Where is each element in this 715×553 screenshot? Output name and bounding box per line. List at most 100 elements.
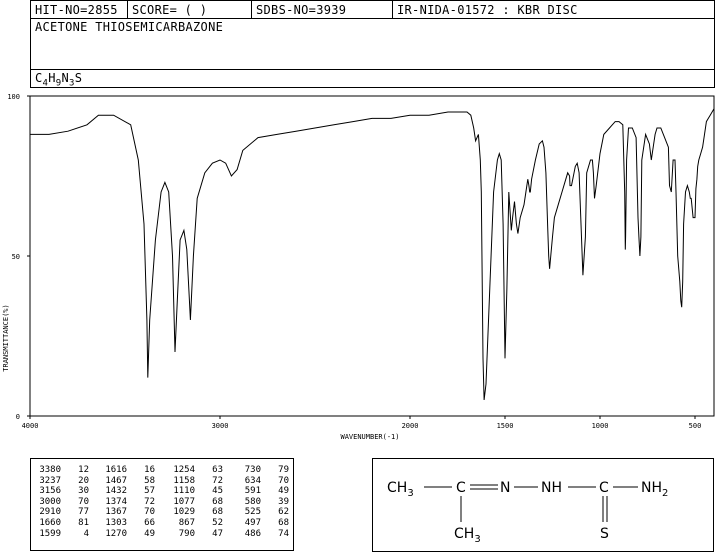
- peak-transmittance: 47: [212, 528, 223, 539]
- peak-row: 867 52: [165, 518, 223, 529]
- peak-row: 3000 70: [31, 497, 89, 508]
- formula-hydrogen: H: [48, 71, 56, 85]
- peak-wavenumber: 3237: [39, 475, 61, 486]
- peak-wavenumber: 1029: [173, 507, 195, 518]
- peak-wavenumber: 1616: [105, 465, 127, 475]
- peak-wavenumber: 1077: [173, 496, 195, 507]
- peak-transmittance: 49: [144, 528, 155, 539]
- imine-nitrogen-label: N: [500, 480, 510, 496]
- peak-wavenumber: 3000: [39, 496, 61, 507]
- peak-transmittance: 66: [144, 517, 155, 528]
- peak-wavenumber: 634: [244, 475, 261, 486]
- peak-row: 1077 68: [165, 497, 223, 508]
- compound-name: ACETONE THIOSEMICARBAZONE: [35, 20, 224, 34]
- peak-wavenumber: 3380: [39, 465, 61, 475]
- peak-row: 1467 58: [97, 476, 155, 487]
- peak-wavenumber: 1303: [105, 517, 127, 528]
- peak-wavenumber: 1270: [105, 528, 127, 539]
- peak-row: 525 62: [231, 507, 289, 518]
- peak-wavenumber: 580: [244, 496, 261, 507]
- x-tick-label: 1500: [497, 422, 514, 430]
- nh-label: NH: [541, 480, 562, 496]
- peak-row: 3380 12: [31, 465, 89, 476]
- peak-row: 1110 45: [165, 486, 223, 497]
- peak-row: 1599 4: [31, 529, 89, 540]
- peak-wavenumber: 3156: [39, 486, 61, 497]
- peak-transmittance: 20: [78, 475, 89, 486]
- ir-nida-number: IR-NIDA-01572 : KBR DISC: [397, 3, 578, 17]
- peak-wavenumber: 1367: [105, 507, 127, 518]
- peak-row: 634 70: [231, 476, 289, 487]
- peak-row: 1158 72: [165, 476, 223, 487]
- peak-wavenumber: 1599: [39, 528, 61, 539]
- thiocarbonyl-carbon-label: C: [599, 480, 609, 496]
- y-axis-label: TRANSMITTANCE(%): [2, 304, 10, 371]
- peak-wavenumber: 867: [178, 517, 195, 528]
- hit-number: HIT-NO=2855: [35, 3, 118, 17]
- x-tick-label: 3000: [212, 422, 229, 430]
- peak-table-column: 3380 12 3237 20 3156 30 3000 70 2910 77 1660 81 1599…: [31, 465, 89, 539]
- imine-carbon-label: C: [456, 480, 466, 496]
- x-tick-label: 500: [689, 422, 702, 430]
- peak-transmittance: 16: [144, 465, 155, 475]
- peak-transmittance: 70: [278, 475, 289, 486]
- peak-wavenumber: 1432: [105, 486, 127, 497]
- formula-carbon: C: [35, 71, 43, 85]
- peak-row: 1367 70: [97, 507, 155, 518]
- peak-wavenumber: 2910: [39, 507, 61, 518]
- peak-transmittance: 72: [144, 496, 155, 507]
- ir-spectrum-chart: 0 50 100 4000 3000 2000 1500 1000 500 WAVENUMBE…: [2, 93, 715, 441]
- peak-wavenumber: 1374: [105, 496, 127, 507]
- peak-transmittance: 70: [144, 507, 155, 518]
- y-tick-label: 50: [12, 253, 20, 261]
- peak-transmittance: 81: [78, 517, 89, 528]
- peak-transmittance: 45: [212, 486, 223, 497]
- x-tick-label: 2000: [402, 422, 419, 430]
- peak-transmittance: 39: [278, 496, 289, 507]
- peak-wavenumber: 591: [244, 486, 261, 497]
- y-tick-label: 100: [7, 93, 20, 101]
- x-axis: 4000 3000 2000 1500 1000 500: [22, 416, 702, 430]
- chemical-structure: CH3 C N NH C NH2 S CH3: [372, 458, 714, 552]
- peak-row: 3156 30: [31, 486, 89, 497]
- x-tick-label: 1000: [592, 422, 609, 430]
- peak-row: 730 79: [231, 465, 289, 476]
- peak-transmittance: 30: [78, 486, 89, 497]
- peak-wavenumber: 1660: [39, 517, 61, 528]
- peak-row: 1660 81: [31, 518, 89, 529]
- peak-table: 3380 12 3237 20 3156 30 3000 70 2910 77 1660 81 1599…: [30, 458, 294, 551]
- peak-transmittance: 52: [212, 517, 223, 528]
- peak-row: 3237 20: [31, 476, 89, 487]
- peak-wavenumber: 790: [178, 528, 195, 539]
- peak-row: 580 39: [231, 497, 289, 508]
- peak-transmittance: 70: [78, 496, 89, 507]
- peak-transmittance: 4: [83, 528, 89, 539]
- peak-transmittance: 79: [278, 465, 289, 475]
- structure-frame: [372, 458, 714, 552]
- amine-label: NH2: [641, 480, 668, 499]
- peak-transmittance: 68: [212, 507, 223, 518]
- y-axis: 0 50 100: [7, 93, 30, 421]
- peak-wavenumber: 1254: [173, 465, 195, 475]
- peak-transmittance: 57: [144, 486, 155, 497]
- peak-transmittance: 74: [278, 528, 289, 539]
- peak-row: 1303 66: [97, 518, 155, 529]
- peak-transmittance: 68: [212, 496, 223, 507]
- peak-wavenumber: 1467: [105, 475, 127, 486]
- methyl-left-label: CH3: [387, 480, 414, 499]
- sdbs-number: SDBS-NO=3939: [256, 3, 347, 17]
- peak-row: 497 68: [231, 518, 289, 529]
- peak-table-column: 1616 16 1467 58 1432 57 1374 72 1367 70 1303 66 1270…: [97, 465, 155, 539]
- peak-wavenumber: 486: [244, 528, 261, 539]
- molecular-formula: C4H9N3S: [35, 71, 82, 88]
- peak-wavenumber: 525: [244, 507, 261, 518]
- peak-wavenumber: 1158: [173, 475, 195, 486]
- peak-row: 790 47: [165, 529, 223, 540]
- peak-row: 1432 57: [97, 486, 155, 497]
- formula-nitrogen: N: [61, 71, 70, 85]
- formula-sulfur: S: [74, 71, 83, 85]
- peak-row: 1374 72: [97, 497, 155, 508]
- score: SCORE= ( ): [132, 3, 208, 17]
- peak-row: 1616 16: [97, 465, 155, 476]
- transmittance-series-line: [30, 108, 715, 401]
